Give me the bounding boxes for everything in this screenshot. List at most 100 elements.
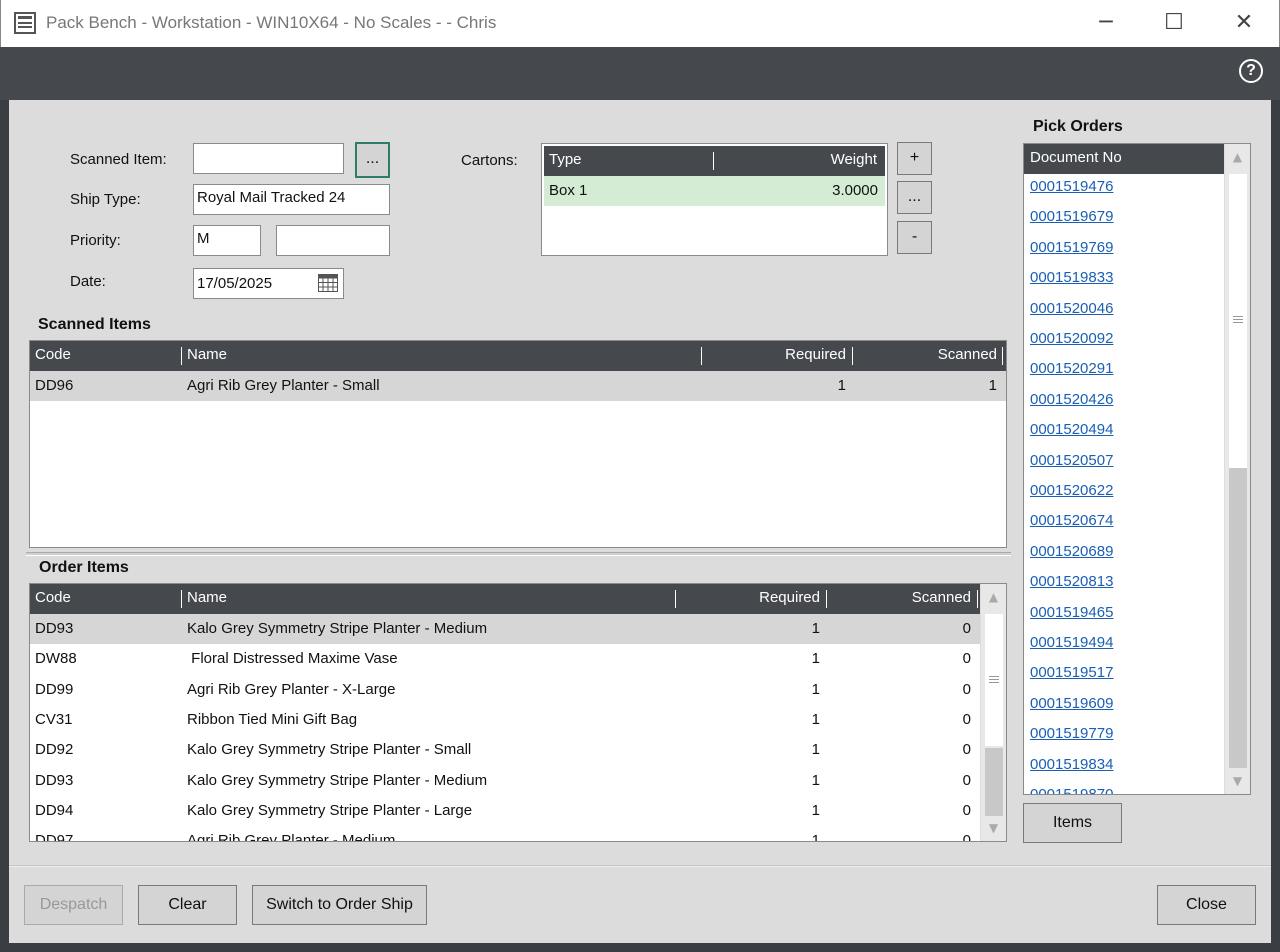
edit-carton-button[interactable]: ... (897, 181, 932, 214)
switch-to-order-ship-button[interactable]: Switch to Order Ship (252, 885, 427, 925)
pick-order-link[interactable]: 0001519833 (1030, 269, 1113, 286)
pick-order-link[interactable]: 0001519834 (1030, 756, 1113, 773)
order-col-code[interactable]: Code (35, 584, 71, 614)
pick-order-link[interactable]: 0001520622 (1030, 482, 1113, 499)
pick-order-link[interactable]: 0001519870 (1030, 786, 1113, 794)
close-button[interactable]: Close (1157, 885, 1256, 925)
scanned-item-browse-button[interactable]: ... (355, 142, 390, 178)
pick-order-link[interactable]: 0001519609 (1030, 695, 1113, 712)
cell-name: Agri Rib Grey Planter - X-Large (187, 680, 396, 698)
table-row[interactable]: DD93 Kalo Grey Symmetry Stripe Planter - … (30, 614, 980, 644)
table-row[interactable]: DD93 Kalo Grey Symmetry Stripe Planter - … (30, 766, 980, 796)
pick-order-link[interactable]: 0001520813 (1030, 573, 1113, 590)
order-items-scrollbar[interactable]: ▲ ▼ (980, 584, 1006, 841)
scanned-col-required[interactable]: Required (702, 341, 846, 371)
items-button[interactable]: Items (1023, 803, 1122, 843)
cartons-col-weight[interactable]: Weight (831, 146, 877, 176)
pick-col-document-no[interactable]: Document No (1030, 144, 1122, 174)
pick-order-link[interactable]: 0001519494 (1030, 634, 1113, 651)
cartons-header: Type Weight (544, 146, 885, 176)
cell-name: Kalo Grey Symmetry Stripe Planter - Medi… (187, 620, 488, 637)
pick-orders-title: Pick Orders (1033, 118, 1123, 135)
ship-type-label: Ship Type: (70, 191, 141, 208)
cell-name: Kalo Grey Symmetry Stripe Planter - Medi… (187, 771, 488, 789)
remove-carton-button[interactable]: - (897, 221, 932, 254)
scanned-col-scanned[interactable]: Scanned (853, 341, 997, 371)
pick-order-link[interactable]: 0001519679 (1030, 208, 1113, 225)
close-window-button[interactable]: ✕ (1210, 0, 1278, 47)
add-carton-button[interactable]: + (897, 142, 932, 175)
pick-order-link[interactable]: 0001519517 (1030, 664, 1113, 681)
priority-field[interactable]: M (193, 225, 261, 256)
pick-orders-list: Document No 0001519476 0001519679 00015197… (1023, 143, 1251, 795)
cell-code: DD94 (35, 801, 74, 819)
table-row[interactable]: DW88 Floral Distressed Maxime Vase 1 0 (30, 644, 980, 674)
clear-button[interactable]: Clear (138, 885, 237, 925)
pick-order-link[interactable]: 0001520494 (1030, 421, 1113, 438)
scroll-up-icon[interactable]: ▲ (981, 584, 1006, 610)
pick-order-link[interactable]: 0001520426 (1030, 391, 1113, 408)
cell-required: 1 (811, 741, 820, 759)
date-value: 17/05/2025 (197, 275, 273, 292)
help-icon[interactable]: ? (1239, 59, 1263, 83)
pick-order-link[interactable]: 0001520291 (1030, 360, 1113, 377)
pick-order-link[interactable]: 0001519476 (1030, 178, 1113, 195)
footer-divider (9, 865, 1271, 867)
pick-order-link[interactable]: 0001520507 (1030, 452, 1113, 469)
cell-scanned: 0 (962, 650, 971, 668)
pick-order-link[interactable]: 0001520046 (1030, 300, 1113, 317)
order-col-scanned[interactable]: Scanned (827, 584, 971, 614)
cell-scanned: 0 (962, 801, 971, 819)
cell-name: Floral Distressed Maxime Vase (187, 650, 398, 668)
scanned-item-input[interactable] (193, 143, 344, 174)
cell-scanned: 1 (988, 377, 997, 394)
pick-orders-scrollbar[interactable]: ▲ ▼ (1224, 144, 1250, 794)
cell-name: Kalo Grey Symmetry Stripe Planter - Larg… (187, 801, 473, 819)
cell-name: Ribbon Tied Mini Gift Bag (187, 710, 358, 728)
order-items-title: Order Items (39, 559, 129, 576)
scroll-down-icon[interactable]: ▼ (1225, 768, 1250, 794)
pick-order-link[interactable]: 0001519769 (1030, 239, 1113, 256)
maximize-button[interactable]: ☐ (1140, 0, 1208, 47)
cartons-label: Cartons: (461, 152, 518, 169)
cell-code: DD96 (35, 377, 74, 394)
scroll-up-icon[interactable]: ▲ (1225, 144, 1250, 170)
scroll-down-icon[interactable]: ▼ (981, 815, 1006, 841)
scanned-items-grid: Code Name Required Scanned DD96 Agri Rib … (29, 340, 1007, 548)
cartons-col-type[interactable]: Type (549, 146, 582, 176)
scanned-col-code[interactable]: Code (35, 341, 71, 371)
table-row[interactable]: DD92 Kalo Grey Symmetry Stripe Planter - … (30, 735, 980, 765)
cell-required: 1 (811, 680, 820, 698)
toolbar-band (0, 47, 1280, 100)
cell-name: Kalo Grey Symmetry Stripe Planter - Smal… (187, 741, 472, 759)
priority-secondary-field[interactable] (276, 225, 390, 256)
pick-order-link[interactable]: 0001520674 (1030, 512, 1113, 529)
cell-name: Agri Rib Grey Planter - Small (187, 377, 380, 394)
pick-order-link[interactable]: 0001519779 (1030, 725, 1113, 742)
table-row[interactable]: DD97 Agri Rib Grey Planter - Medium 1 0 (30, 826, 980, 841)
scanned-col-name[interactable]: Name (187, 341, 227, 371)
pick-order-link[interactable]: 0001520092 (1030, 330, 1113, 347)
pick-order-link[interactable]: 0001520689 (1030, 543, 1113, 560)
cell-scanned: 0 (962, 710, 971, 728)
priority-label: Priority: (70, 232, 121, 249)
carton-row[interactable]: Box 1 3.0000 (544, 176, 885, 206)
cell-scanned: 0 (962, 741, 971, 759)
despatch-button[interactable]: Despatch (24, 885, 123, 925)
cell-required: 1 (811, 771, 820, 789)
calendar-icon[interactable] (318, 274, 338, 292)
table-row[interactable]: DD96 Agri Rib Grey Planter - Small 1 1 (30, 371, 1006, 401)
cell-required: 1 (811, 650, 820, 668)
table-row[interactable]: DD99 Agri Rib Grey Planter - X-Large 1 0 (30, 675, 980, 705)
table-row[interactable]: DD94 Kalo Grey Symmetry Stripe Planter - … (30, 796, 980, 826)
table-row[interactable]: CV31 Ribbon Tied Mini Gift Bag 1 0 (30, 705, 980, 735)
carton-weight: 3.0000 (832, 182, 878, 199)
window-title: Pack Bench - Workstation - WIN10X64 - No… (46, 13, 497, 32)
order-col-name[interactable]: Name (187, 584, 227, 614)
carton-type: Box 1 (549, 182, 588, 199)
minimize-button[interactable]: ─ (1072, 0, 1140, 47)
order-col-required[interactable]: Required (676, 584, 820, 614)
pick-order-link[interactable]: 0001519465 (1030, 604, 1113, 621)
ship-type-field[interactable]: Royal Mail Tracked 24 (193, 184, 390, 215)
splitter[interactable] (26, 552, 1011, 556)
